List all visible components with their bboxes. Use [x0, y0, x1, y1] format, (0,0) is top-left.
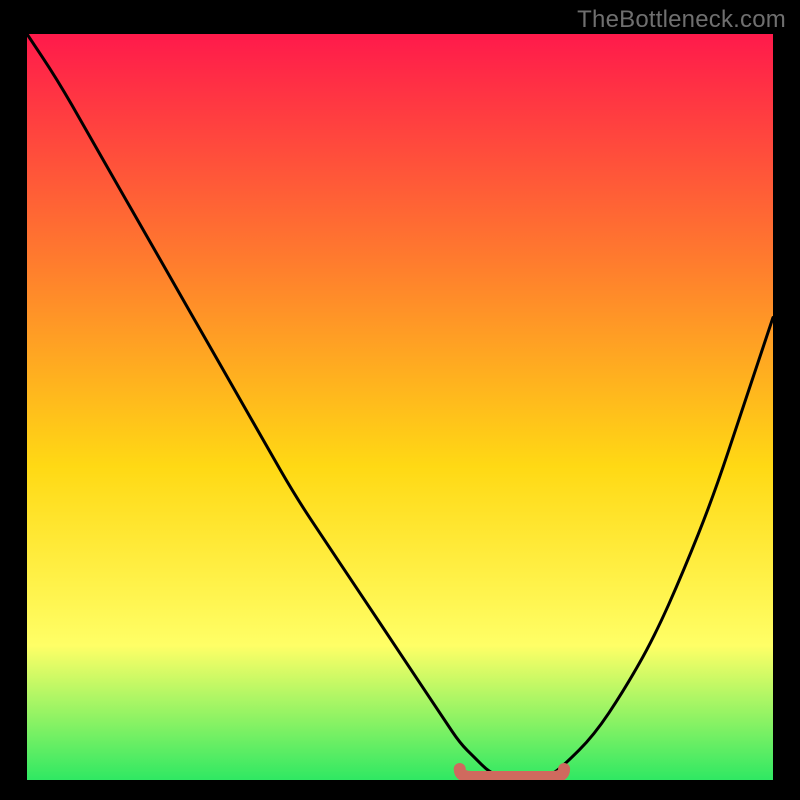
- bottleneck-curve-chart: [27, 34, 773, 780]
- chart-frame: TheBottleneck.com: [0, 0, 800, 800]
- watermark-label: TheBottleneck.com: [577, 6, 786, 34]
- plot-area: [27, 34, 773, 780]
- gradient-background: [27, 34, 773, 780]
